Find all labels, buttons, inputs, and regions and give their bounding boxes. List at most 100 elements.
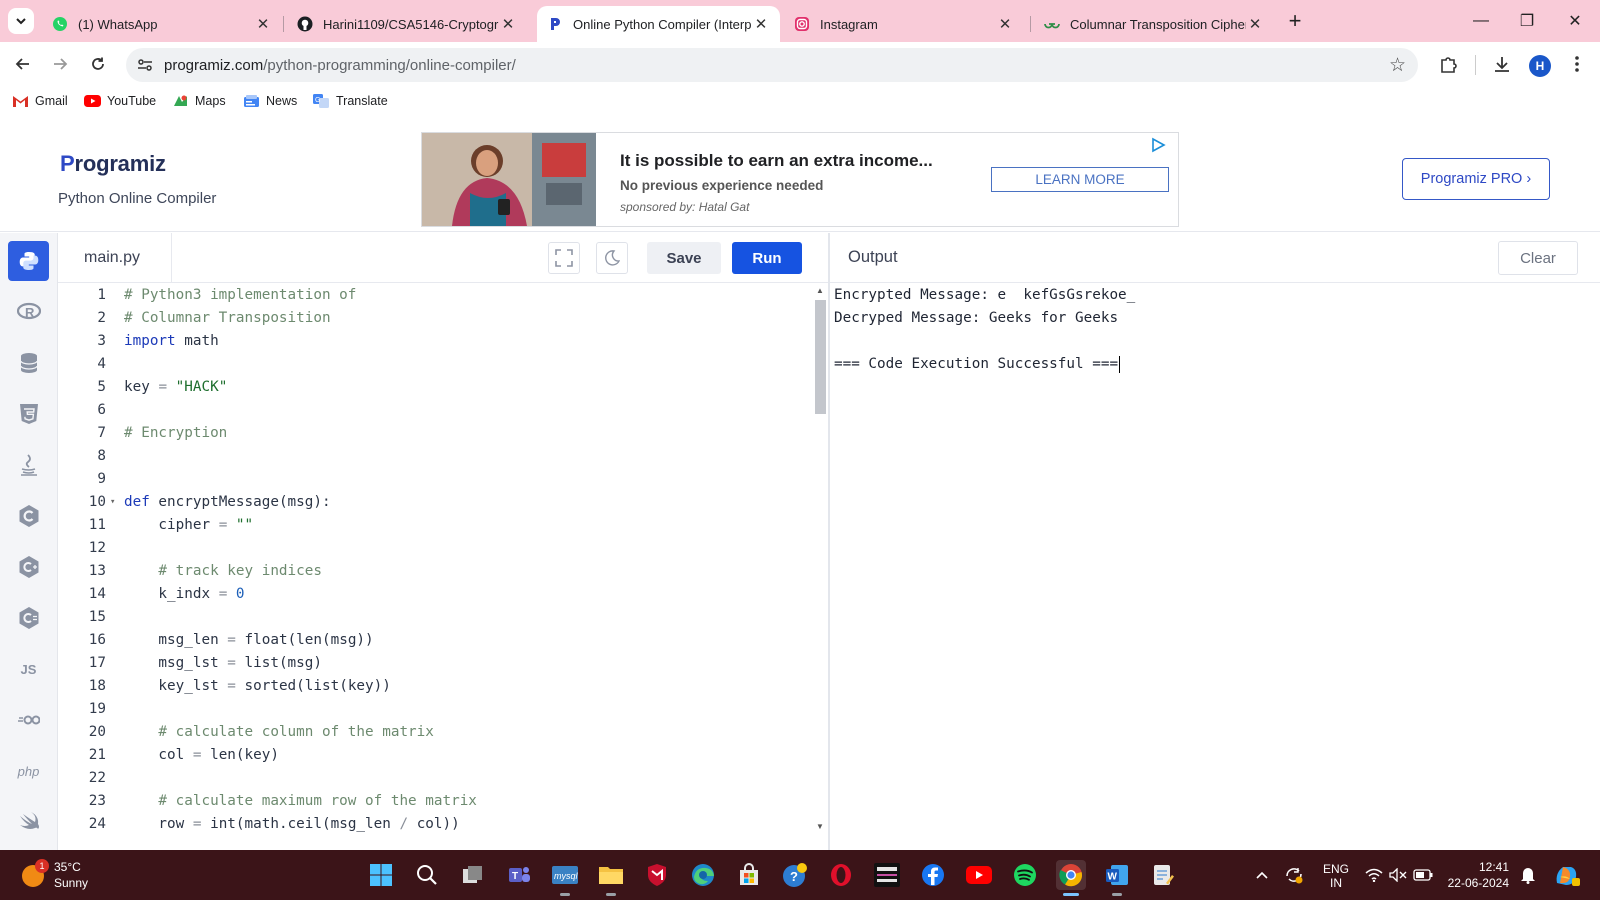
site-info-icon[interactable]	[136, 56, 154, 74]
taskbar-youtube[interactable]	[964, 860, 994, 890]
taskbar-file-explorer[interactable]	[596, 860, 626, 896]
minimize-button[interactable]: —	[1458, 6, 1504, 36]
code-editor[interactable]: 1 # Python3 implementation of 2 # Columnar …	[58, 284, 813, 850]
code-line[interactable]: 10 ▾ def encryptMessage(msg):	[58, 491, 813, 514]
tab-geeksforgeeks[interactable]: Columnar Transposition Cipher ✕	[1034, 6, 1274, 42]
code-line[interactable]: 9	[58, 468, 813, 491]
tab-search-button[interactable]	[8, 8, 34, 34]
bookmark-translate[interactable]: G Translate	[313, 94, 388, 108]
python-icon[interactable]	[8, 241, 49, 281]
profile-avatar[interactable]: H	[1529, 55, 1551, 77]
js-icon[interactable]: JS	[8, 649, 49, 689]
csharp-icon[interactable]	[8, 598, 49, 638]
taskbar-chrome[interactable]	[1056, 860, 1086, 896]
task-view[interactable]	[458, 860, 488, 890]
run-button[interactable]: Run	[732, 242, 802, 274]
close-window-button[interactable]: ✕	[1552, 6, 1598, 36]
tab-programiz[interactable]: Online Python Compiler (Interp ✕	[537, 6, 780, 42]
code-line[interactable]: 5 key = "HACK"	[58, 376, 813, 399]
code-line[interactable]: 6	[58, 399, 813, 422]
tab-github[interactable]: Harini1109/CSA5146-Cryptogra ✕	[287, 6, 527, 42]
code-line[interactable]: 13 # track key indices	[58, 560, 813, 583]
code-line[interactable]: 21 col = len(key)	[58, 744, 813, 767]
adchoices-icon[interactable]	[1150, 137, 1166, 153]
close-icon[interactable]: ✕	[1246, 15, 1264, 33]
code-line[interactable]: 16 msg_len = float(len(msg))	[58, 629, 813, 652]
clear-button[interactable]: Clear	[1498, 241, 1578, 275]
bookmark-star-icon[interactable]: ☆	[1389, 54, 1406, 77]
fold-arrow-icon[interactable]: ▾	[110, 491, 115, 514]
code-line[interactable]: 11 cipher = ""	[58, 514, 813, 537]
extensions-icon[interactable]	[1436, 52, 1460, 76]
save-button[interactable]: Save	[647, 242, 721, 274]
tab-whatsapp[interactable]: (1) WhatsApp ✕	[42, 6, 282, 42]
editor-scrollbar[interactable]: ▲ ▼	[813, 284, 827, 836]
url-text[interactable]: programiz.com/python-programming/online-…	[164, 57, 516, 74]
taskbar-search[interactable]	[412, 860, 442, 890]
bookmark-news[interactable]: News	[243, 94, 297, 108]
programiz-logo[interactable]: Programiz	[60, 151, 166, 177]
battery-icon[interactable]	[1412, 860, 1434, 890]
scroll-down-arrow-icon[interactable]: ▼	[816, 822, 824, 831]
copilot-icon[interactable]	[1552, 860, 1582, 890]
code-line[interactable]: 8	[58, 445, 813, 468]
r-icon[interactable]: R	[8, 292, 49, 332]
bookmark-youtube[interactable]: YouTube	[84, 94, 156, 108]
weather-widget[interactable]: 1 35°C Sunny	[20, 859, 120, 893]
advertisement-banner[interactable]: It is possible to earn an extra income..…	[421, 132, 1179, 227]
taskbar-get-help[interactable]: ?	[780, 860, 810, 890]
code-line[interactable]: 19	[58, 698, 813, 721]
taskbar-mysql-workbench[interactable]: mysql	[550, 860, 580, 896]
pane-divider[interactable]	[828, 233, 830, 850]
c-icon[interactable]	[8, 496, 49, 536]
sync-icon[interactable]	[1282, 860, 1306, 890]
restore-button[interactable]: ❐	[1504, 6, 1550, 36]
java-icon[interactable]	[8, 445, 49, 485]
code-line[interactable]: 15	[58, 606, 813, 629]
taskbar-teams[interactable]: T	[504, 860, 534, 890]
forward-button[interactable]	[46, 50, 74, 78]
taskbar-spotify[interactable]	[1010, 860, 1040, 890]
new-tab-button[interactable]: +	[1283, 10, 1307, 34]
close-icon[interactable]: ✕	[499, 15, 517, 33]
html-icon[interactable]	[8, 394, 49, 434]
code-line[interactable]: 18 key_lst = sorted(list(key))	[58, 675, 813, 698]
file-tab-main-py[interactable]: main.py	[58, 233, 172, 283]
start-button[interactable]	[366, 860, 396, 890]
show-hidden-icons-chevron-icon[interactable]	[1254, 860, 1270, 890]
code-line[interactable]: 1 # Python3 implementation of	[58, 284, 813, 307]
menu-dots-icon[interactable]	[1565, 52, 1589, 76]
system-clock[interactable]: 12:41 22-06-2024	[1443, 859, 1509, 891]
address-bar[interactable]: programiz.com/python-programming/online-…	[126, 48, 1418, 82]
notification-bell-icon[interactable]	[1518, 860, 1538, 890]
close-icon[interactable]: ✕	[996, 15, 1014, 33]
taskbar-facebook[interactable]	[918, 860, 948, 890]
back-button[interactable]	[9, 50, 37, 78]
code-line[interactable]: 2 # Columnar Transposition	[58, 307, 813, 330]
taskbar-microsoft-store[interactable]	[734, 860, 764, 890]
code-line[interactable]: 23 # calculate maximum row of the matrix	[58, 790, 813, 813]
taskbar-media-app[interactable]	[872, 860, 902, 890]
tab-instagram[interactable]: Instagram ✕	[784, 6, 1024, 42]
swift-icon[interactable]	[8, 802, 49, 842]
code-line[interactable]: 14 k_indx = 0	[58, 583, 813, 606]
code-line[interactable]: 12	[58, 537, 813, 560]
programiz-pro-button[interactable]: Programiz PRO ›	[1402, 158, 1550, 200]
code-line[interactable]: 4	[58, 353, 813, 376]
code-line[interactable]: 20 # calculate column of the matrix	[58, 721, 813, 744]
cpp-icon[interactable]	[8, 547, 49, 587]
code-line[interactable]: 7 # Encryption	[58, 422, 813, 445]
sql-icon[interactable]	[8, 343, 49, 383]
taskbar-edge[interactable]	[688, 860, 718, 890]
taskbar-notepad[interactable]	[1148, 860, 1178, 890]
language-indicator[interactable]: ENG IN	[1316, 860, 1356, 892]
bookmark-maps[interactable]: Maps	[172, 94, 226, 108]
volume-muted-icon[interactable]	[1388, 860, 1408, 890]
taskbar-mcafee[interactable]	[642, 860, 672, 890]
bookmark-gmail[interactable]: Gmail	[12, 94, 68, 108]
code-line[interactable]: 24 row = int(math.ceil(msg_len / col))	[58, 813, 813, 836]
output-console[interactable]: Encrypted Message: e kefGsGsrekoe_ Decry…	[834, 284, 1135, 376]
close-icon[interactable]: ✕	[254, 15, 272, 33]
download-icon[interactable]	[1490, 52, 1514, 76]
php-icon[interactable]: php	[8, 751, 49, 791]
